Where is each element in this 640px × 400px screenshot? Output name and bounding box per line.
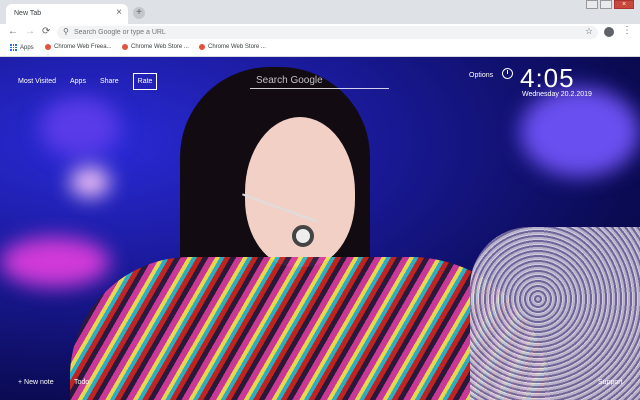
support-link[interactable]: Support [598, 379, 623, 386]
back-icon[interactable]: ← [8, 26, 18, 38]
close-window-button[interactable]: × [614, 0, 634, 9]
bookmark-item[interactable]: Chrome Web Store ... [199, 44, 266, 50]
todo-button[interactable]: Todo [74, 379, 89, 386]
bookmark-item[interactable]: Chrome Web Freea... [45, 44, 112, 50]
search-box[interactable] [250, 70, 389, 90]
rate-button[interactable]: Rate [132, 73, 158, 90]
clock-date: Wednesday 20.2.2019 [522, 91, 592, 98]
bookmarks-bar: Apps Chrome Web Freea... Chrome Web Stor… [0, 41, 640, 57]
clock-icon[interactable] [502, 68, 513, 79]
new-tab-button[interactable]: + [133, 7, 145, 19]
menu-icon[interactable]: ⋮ [622, 25, 632, 37]
omnibox[interactable]: ⚲ ☆ [57, 26, 598, 39]
bookmark-label: Chrome Web Store ... [208, 44, 266, 50]
apps-link[interactable]: Apps [70, 78, 86, 85]
chrome-web-store-icon [45, 44, 51, 50]
apps-grid-icon [10, 44, 17, 51]
omnibox-input[interactable] [74, 27, 574, 38]
new-note-button[interactable]: + New note [18, 379, 54, 386]
bookmark-label: Apps [20, 44, 34, 51]
chrome-web-store-icon [199, 44, 205, 50]
bookmark-item[interactable]: Chrome Web Store ... [122, 44, 189, 50]
maximize-button[interactable] [600, 0, 612, 9]
options-link[interactable]: Options [469, 72, 493, 79]
top-navigation: Most Visited Apps Share Rate [18, 73, 158, 90]
search-input[interactable] [250, 71, 389, 90]
share-link[interactable]: Share [100, 78, 119, 85]
browser-toolbar: ← → ⟳ ⚲ ☆ [0, 24, 640, 41]
bookmark-apps[interactable]: Apps [10, 44, 34, 51]
most-visited-link[interactable]: Most Visited [18, 78, 56, 85]
minimize-button[interactable] [586, 0, 598, 9]
search-icon: ⚲ [63, 27, 69, 36]
bookmark-star-icon[interactable]: ☆ [585, 26, 593, 37]
clock-time: 4:05 [520, 63, 575, 93]
chrome-web-store-icon [122, 44, 128, 50]
tab-new-tab[interactable]: New Tab × [6, 4, 128, 24]
tab-strip: New Tab × + × [0, 0, 640, 24]
forward-icon[interactable]: → [25, 26, 35, 38]
account-avatar-icon[interactable] [604, 27, 614, 37]
bookmark-label: Chrome Web Store ... [131, 44, 189, 50]
tab-title: New Tab [14, 10, 42, 17]
bookmark-label: Chrome Web Freea... [54, 44, 112, 50]
reload-icon[interactable]: ⟳ [42, 26, 50, 38]
close-icon: × [621, 1, 627, 8]
new-tab-page: Most Visited Apps Share Rate Options 4:0… [0, 57, 640, 400]
tab-close-icon[interactable]: × [116, 8, 122, 18]
